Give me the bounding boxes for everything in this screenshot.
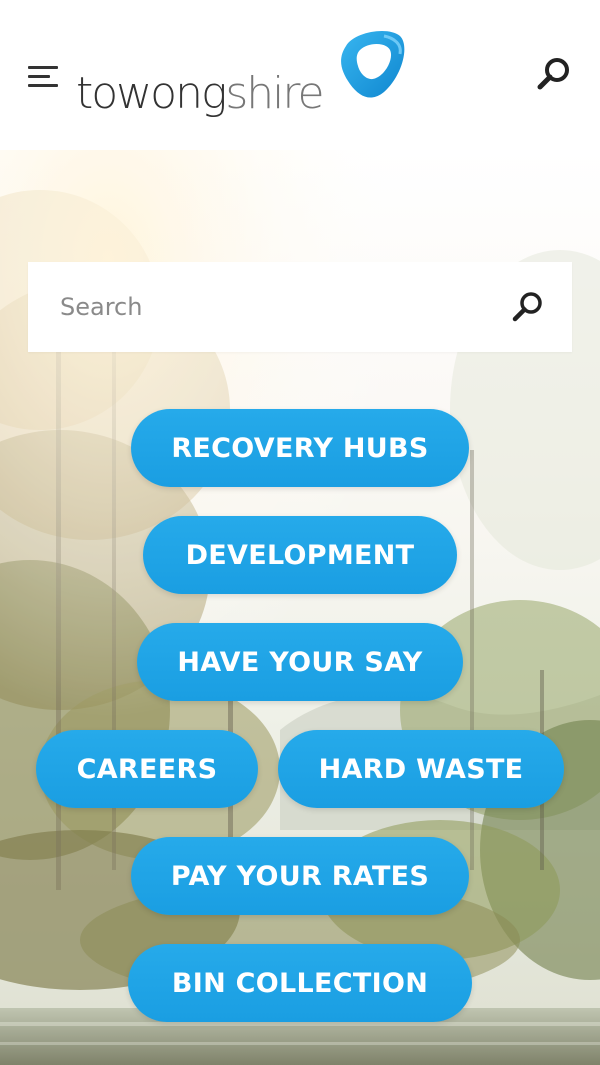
- quick-link-bin-collection[interactable]: BIN COLLECTION: [128, 944, 472, 1022]
- quick-link-have-your-say[interactable]: HAVE YOUR SAY: [137, 623, 463, 701]
- quick-link-hard-waste[interactable]: HARD WASTE: [278, 730, 564, 808]
- logo-mark-icon: [341, 31, 405, 98]
- search-submit-icon[interactable]: [510, 289, 546, 325]
- search-icon[interactable]: [534, 54, 574, 94]
- logo-wordmark-part2: shire: [225, 68, 324, 119]
- logo-wordmark: towongshire: [76, 64, 325, 124]
- menu-line: [28, 84, 58, 87]
- quick-link-recovery-hubs[interactable]: RECOVERY HUBS: [131, 409, 469, 487]
- site-header: towongshire: [0, 0, 600, 150]
- menu-line: [28, 75, 50, 78]
- logo-wordmark-part1: towong: [76, 68, 227, 119]
- page: towongshire Search RECOVERY HUBS DEVELOP…: [0, 0, 600, 1065]
- search-box: [28, 262, 572, 352]
- quick-link-development[interactable]: DEVELOPMENT: [143, 516, 457, 594]
- menu-line: [28, 66, 58, 69]
- quick-link-pay-your-rates[interactable]: PAY YOUR RATES: [131, 837, 469, 915]
- search-input[interactable]: [28, 262, 498, 352]
- site-logo[interactable]: towongshire: [74, 28, 414, 124]
- menu-icon[interactable]: [24, 58, 62, 94]
- quick-link-careers[interactable]: CAREERS: [36, 730, 258, 808]
